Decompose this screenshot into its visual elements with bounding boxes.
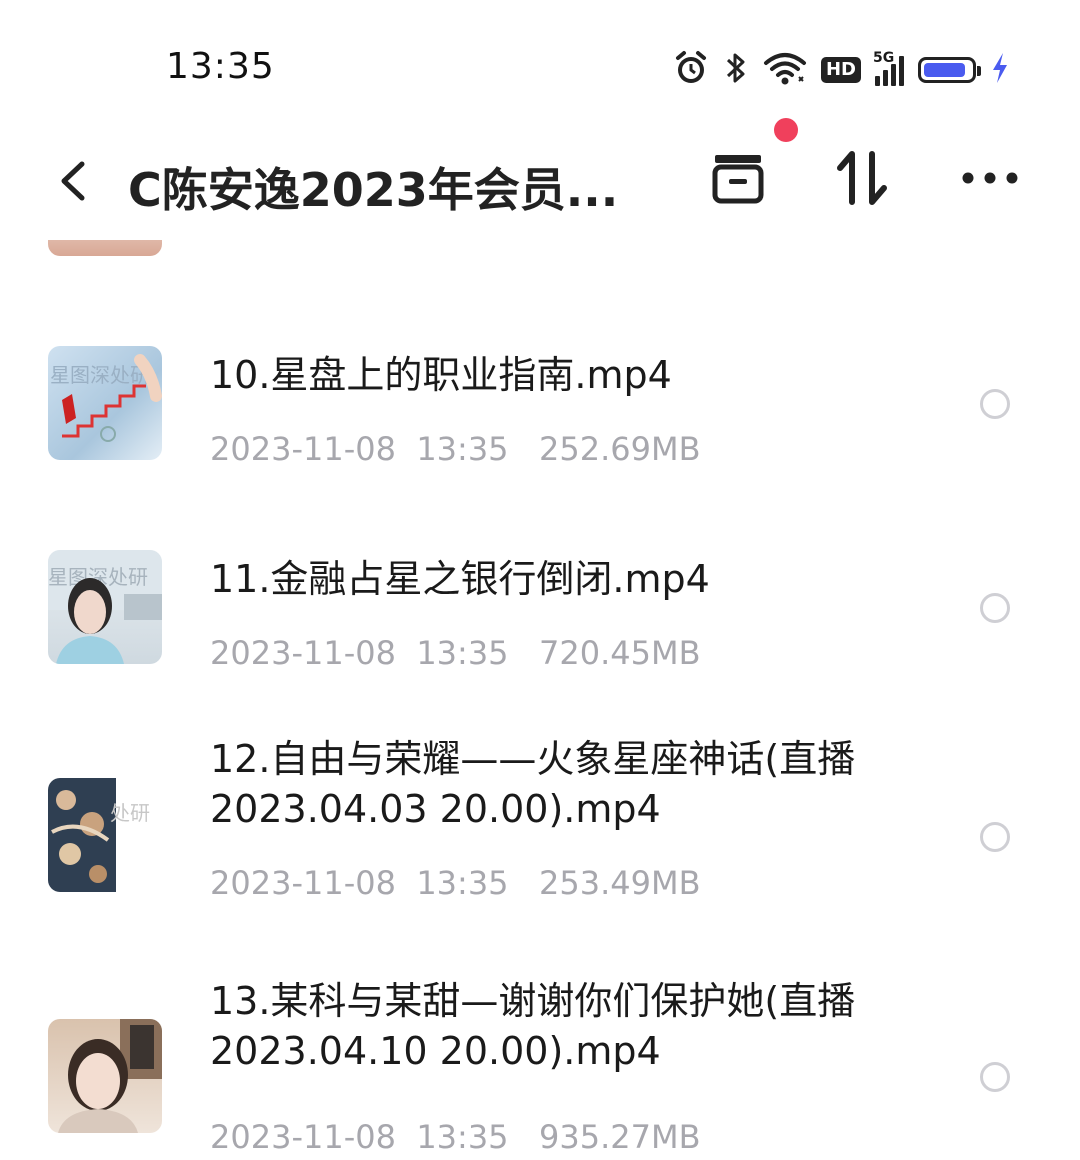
sort-button[interactable] [830, 146, 894, 210]
file-title: 11.金融占星之银行倒闭.mp4 [210, 557, 710, 601]
thumb-watermark: 星图深处研 [50, 363, 150, 387]
select-radio[interactable] [980, 822, 1010, 852]
file-size: 720.45MB [539, 634, 701, 672]
status-bar: 13:35 HD 5G [0, 0, 1080, 120]
back-button[interactable] [50, 156, 100, 206]
archive-button[interactable] [706, 146, 770, 210]
file-meta: 2023-11-08 13:35 720.45MB [210, 634, 701, 672]
file-time: 13:35 [416, 634, 509, 672]
list-item[interactable]: 处研 12.自由与荣耀——火象星座神话(直播2023.04.03 20.00).… [0, 718, 1080, 948]
status-icons: HD 5G [673, 48, 1010, 92]
file-time: 13:35 [416, 430, 509, 468]
file-size: 253.49MB [539, 864, 701, 902]
select-radio[interactable] [980, 389, 1010, 419]
file-size: 935.27MB [539, 1118, 701, 1156]
list-item[interactable]: 星图深处研 10.星盘上的职业指南.mp4 2023-11-08 13:35 2… [0, 310, 1080, 510]
file-time: 13:35 [416, 864, 509, 902]
page-title: C陈安逸2023年会员... [128, 163, 619, 217]
list-item[interactable]: 13.某科与某甜—谢谢你们保护她(直播2023.04.10 20.00).mp4… [0, 960, 1080, 1160]
select-radio[interactable] [980, 1062, 1010, 1092]
select-radio[interactable] [980, 593, 1010, 623]
file-meta: 2023-11-08 13:35 935.27MB [210, 1118, 701, 1156]
video-thumbnail: 处研 [48, 778, 162, 892]
sort-icon [837, 151, 887, 205]
more-button[interactable] [958, 146, 1022, 210]
file-list: 星图深处研 10.星盘上的职业指南.mp4 2023-11-08 13:35 2… [0, 240, 1080, 1160]
wifi-icon [763, 51, 807, 89]
network-label: 5G [873, 50, 895, 66]
list-item[interactable]: 星图深处研 11.金融占星之银行倒闭.mp4 2023-11-08 13:35 … [0, 514, 1080, 714]
video-thumbnail: 星图深处研 [48, 550, 162, 664]
nav-bar: C陈安逸2023年会员... [0, 120, 1080, 240]
status-time: 13:35 [166, 46, 275, 87]
archive-icon [712, 155, 764, 204]
5g-signal-icon: 5G [873, 50, 904, 86]
file-size: 252.69MB [539, 430, 701, 468]
file-time: 13:35 [416, 1118, 509, 1156]
file-title: 10.星盘上的职业指南.mp4 [210, 353, 672, 397]
more-icon [962, 172, 1018, 184]
video-thumbnail: 星图深处研 [48, 346, 162, 460]
chevron-left-icon [61, 161, 85, 201]
notification-dot [774, 118, 798, 142]
battery-icon [918, 57, 981, 83]
file-title: 13.某科与某甜—谢谢你们保护她(直播2023.04.10 20.00).mp4 [210, 979, 856, 1073]
video-thumbnail [48, 240, 162, 256]
file-date: 2023-11-08 [210, 864, 396, 902]
bluetooth-icon [723, 50, 749, 90]
file-date: 2023-11-08 [210, 430, 396, 468]
charging-icon [990, 51, 1010, 89]
file-date: 2023-11-08 [210, 634, 396, 672]
video-thumbnail [48, 1019, 162, 1133]
file-date: 2023-11-08 [210, 1118, 396, 1156]
alarm-icon [673, 50, 709, 90]
file-title: 12.自由与荣耀——火象星座神话(直播2023.04.03 20.00).mp4 [210, 737, 856, 831]
thumb-watermark: 处研 [110, 801, 150, 825]
file-meta: 2023-11-08 13:35 253.49MB [210, 864, 701, 902]
file-meta: 2023-11-08 13:35 252.69MB [210, 430, 701, 468]
hd-badge: HD [820, 57, 861, 83]
